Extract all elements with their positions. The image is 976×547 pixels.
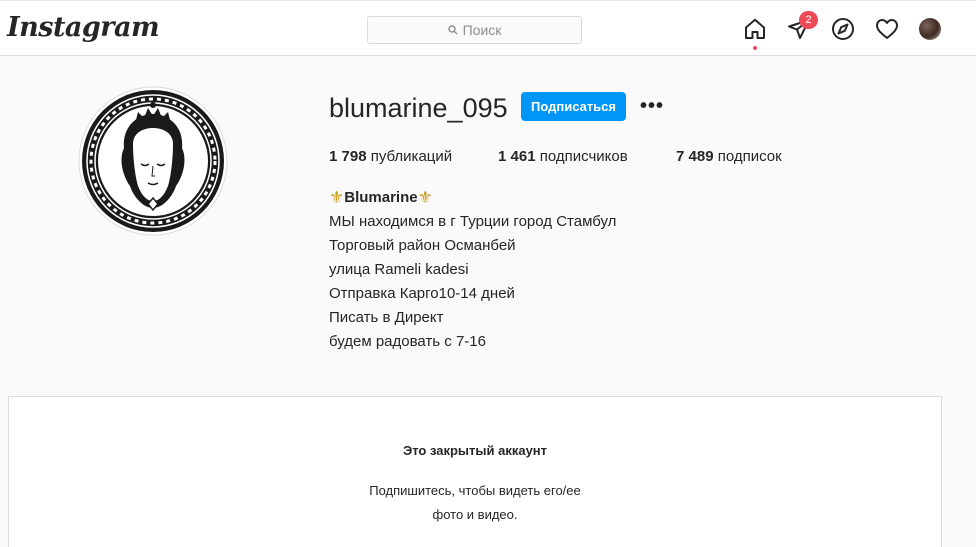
follow-button[interactable]: Подписаться [521, 92, 626, 121]
bio-line: Писать в Директ [329, 309, 444, 326]
followers-number: 1 461 [498, 148, 536, 165]
instagram-logo[interactable]: Instagram [7, 12, 160, 43]
posts-label: публикаций [370, 148, 453, 165]
home-icon[interactable] [743, 17, 767, 41]
profile-username: blumarine_095 [329, 93, 508, 123]
fleur-de-lis-icon: ⚜ [417, 188, 433, 207]
private-text-line: Подпишитесь, чтобы видеть его/ее [369, 483, 581, 498]
home-active-dot [753, 46, 757, 50]
profile-avatar[interactable] [919, 18, 941, 40]
profile-picture[interactable] [78, 86, 228, 236]
top-navigation-bar: Instagram Поиск [0, 0, 976, 56]
followers-label: подписчиков [539, 148, 628, 165]
more-options-icon[interactable]: ••• [640, 96, 664, 116]
bio-line: улица Rameli kadesi [329, 261, 469, 278]
bio-line: Отправка Карго10-14 дней [329, 285, 515, 302]
bio-line: Торговый район Османбей [329, 237, 516, 254]
bio-line: МЫ находимся в г Турции город Стамбул [329, 213, 617, 230]
posts-number: 1 798 [329, 148, 367, 165]
direct-badge: 2 [799, 11, 818, 29]
search-input[interactable]: Поиск [367, 16, 582, 44]
following-count[interactable]: 7 489 подписок [676, 148, 782, 165]
fleur-de-lis-icon: ⚜ [329, 188, 345, 207]
posts-count: 1 798 публикаций [329, 148, 452, 165]
private-account-notice: Это закрытый аккаунт Подпишитесь, чтобы … [8, 396, 942, 547]
following-label: подписок [717, 148, 782, 165]
following-number: 7 489 [676, 148, 714, 165]
bio-line: будем радовать с 7-16 [329, 333, 486, 350]
explore-icon[interactable] [831, 17, 855, 41]
followers-count[interactable]: 1 461 подписчиков [498, 148, 628, 165]
bio-name: ⚜ Blumarine ⚜ [329, 186, 616, 210]
heart-icon[interactable] [875, 17, 899, 41]
profile-bio: ⚜ Blumarine ⚜ МЫ находимся в г Турции горо… [329, 186, 616, 354]
search-placeholder: Поиск [462, 22, 502, 38]
bio-name-text: Blumarine [344, 189, 418, 206]
private-account-text: Подпишитесь, чтобы видеть его/ее фото и … [9, 479, 941, 527]
search-icon [447, 25, 458, 35]
private-account-title: Это закрытый аккаунт [402, 443, 548, 458]
private-text-line: фото и видео. [432, 507, 518, 522]
